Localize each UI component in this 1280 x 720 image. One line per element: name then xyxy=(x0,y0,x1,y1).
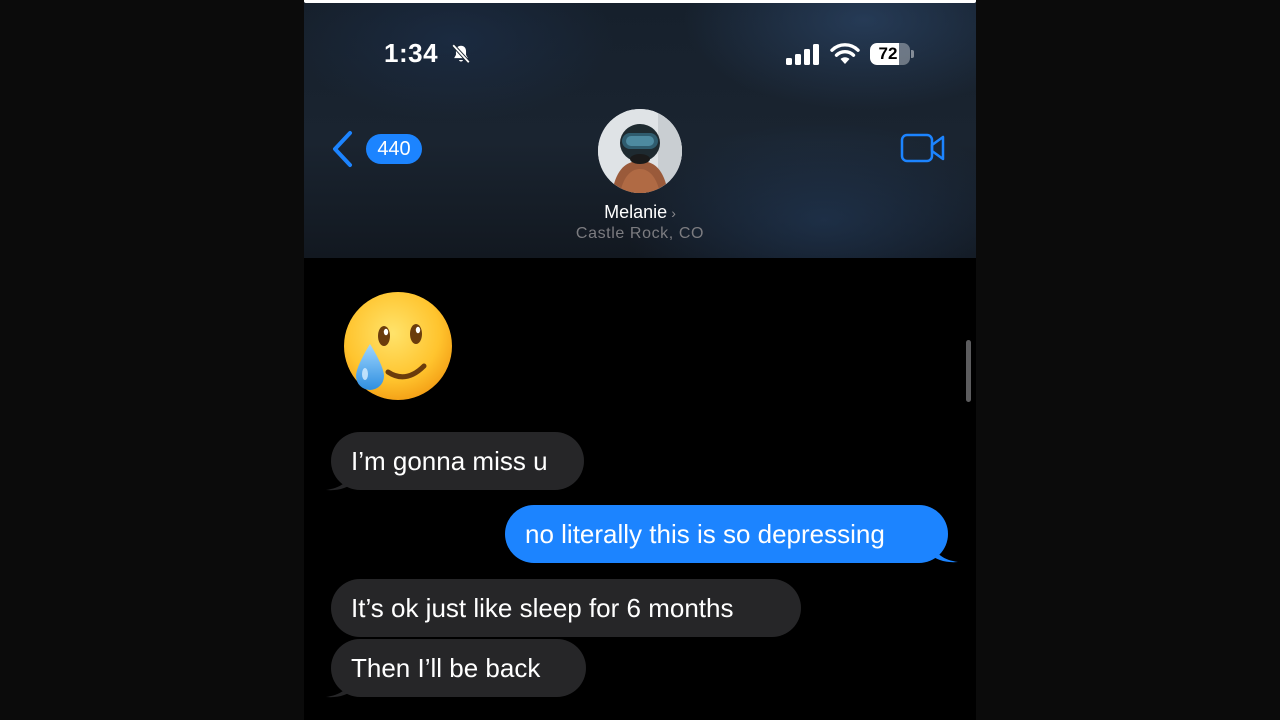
chevron-right-icon: › xyxy=(671,205,676,221)
message-text: I’m gonna miss u xyxy=(351,446,548,476)
message-text: no literally this is so depressing xyxy=(525,519,885,549)
incoming-message-bubble[interactable]: I’m gonna miss u xyxy=(331,432,584,490)
left-letterbox xyxy=(0,0,304,720)
phone-screen: 1:34 72 440 Melanie › Castle Rock, CO I’… xyxy=(304,0,976,720)
bell-slash-icon xyxy=(451,44,471,64)
avatar-photo xyxy=(598,109,682,193)
right-letterbox xyxy=(976,0,1280,720)
video-camera-icon[interactable] xyxy=(900,132,946,164)
cellular-signal-icon xyxy=(786,44,819,65)
status-time: 1:34 xyxy=(384,38,439,68)
chevron-left-icon[interactable] xyxy=(330,130,354,168)
scrollbar[interactable] xyxy=(966,340,971,402)
contact-name-row[interactable]: Melanie › xyxy=(540,202,740,223)
conversation-header: 1:34 72 440 Melanie › Castle Rock, CO xyxy=(304,0,976,258)
message-text: It’s ok just like sleep for 6 months xyxy=(351,593,734,623)
screen-top-edge xyxy=(304,0,976,3)
incoming-message-bubble[interactable]: It’s ok just like sleep for 6 months xyxy=(331,579,801,637)
contact-avatar[interactable] xyxy=(598,109,682,193)
battery-body: 72 xyxy=(870,43,910,65)
battery-icon: 72 xyxy=(870,43,914,65)
contact-name: Melanie xyxy=(604,202,668,222)
face-holding-back-tears-emoji xyxy=(344,292,452,400)
message-text: Then I’ll be back xyxy=(351,653,541,683)
wifi-icon xyxy=(830,43,860,64)
battery-level: 72 xyxy=(878,44,898,63)
outgoing-message-bubble[interactable]: no literally this is so depressing xyxy=(505,505,948,563)
incoming-message-bubble[interactable]: Then I’ll be back xyxy=(331,639,586,697)
battery-tip xyxy=(911,50,914,58)
back-unread-count[interactable]: 440 xyxy=(366,134,422,164)
contact-location: Castle Rock, CO xyxy=(575,225,705,242)
